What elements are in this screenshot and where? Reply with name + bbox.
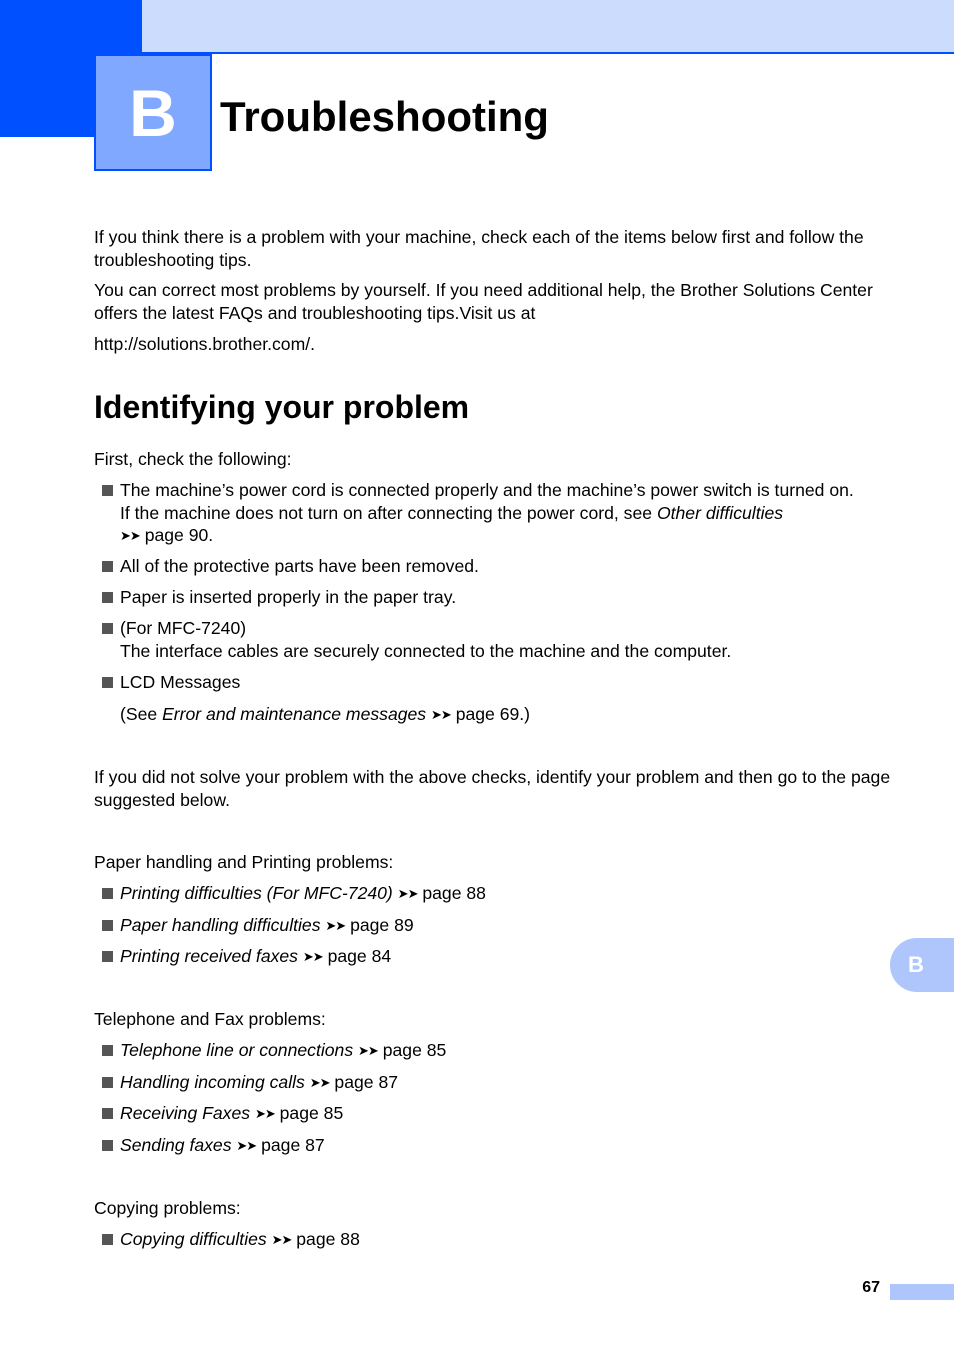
page-reference: page 84 (327, 946, 392, 966)
group-title: Copying problems: (94, 1198, 241, 1218)
problem-item: Copying difficulties ➤➤ page 88 (102, 1228, 900, 1252)
page-reference: page 87 (261, 1135, 325, 1155)
check-text: All of the protective parts have been re… (120, 556, 479, 576)
problem-item: Receiving Faxes ➤➤ page 85 (102, 1102, 900, 1126)
intro-paragraph-1: If you think there is a problem with you… (94, 227, 864, 270)
double-arrow-icon: ➤➤ (358, 1043, 379, 1058)
cross-reference-link[interactable]: Receiving Faxes (120, 1103, 250, 1123)
header-light-band (142, 0, 954, 54)
page-reference: page 89 (350, 915, 414, 935)
check-item: The machine’s power cord is connected pr… (102, 479, 900, 548)
page-reference: page 69.) (455, 703, 531, 724)
cross-reference-link[interactable]: Copying difficulties (120, 1229, 267, 1249)
side-tab-letter: B (908, 952, 924, 977)
bullet-square-icon (102, 1234, 113, 1245)
page-reference: page 85 (382, 1040, 447, 1060)
check-text: The interface cables are securely connec… (120, 640, 732, 661)
double-arrow-icon: ➤➤ (309, 1075, 331, 1090)
bullet-square-icon (102, 1045, 113, 1056)
problem-item: Printing received faxes ➤➤ page 84 (102, 945, 900, 969)
check-intro: First, check the following: (94, 449, 292, 469)
double-arrow-icon: ➤➤ (120, 528, 141, 543)
page-number: 67 (862, 1279, 880, 1296)
bullet-square-icon (102, 920, 113, 931)
check-item: LCD Messages (See Error and maintenance … (102, 671, 900, 726)
chapter-letter: B (129, 75, 177, 150)
problem-item: Paper handling difficulties ➤➤ page 89 (102, 914, 900, 938)
chapter-side-tab: B (890, 938, 954, 992)
check-item: All of the protective parts have been re… (102, 555, 900, 578)
solutions-url[interactable]: http://solutions.brother.com/. (94, 333, 894, 356)
check-text: The machine’s power cord is connected pr… (120, 480, 854, 500)
bullet-square-icon (102, 677, 113, 688)
cross-reference-link[interactable]: Telephone line or connections (120, 1040, 353, 1060)
problem-item: Handling incoming calls ➤➤ page 87 (102, 1071, 900, 1095)
check-text: If the machine does not turn on after co… (120, 502, 657, 523)
cross-reference-link[interactable]: Other difficulties (657, 503, 783, 523)
section-title: Identifying your problem (94, 389, 470, 425)
cross-reference-link[interactable]: Handling incoming calls (120, 1072, 305, 1092)
bullet-square-icon (102, 485, 113, 496)
chapter-letter-box: B (94, 54, 212, 171)
intro-paragraph-2: You can correct most problems by yoursel… (94, 280, 873, 323)
double-arrow-icon: ➤➤ (254, 1106, 276, 1121)
bullet-square-icon (102, 1140, 113, 1151)
double-arrow-icon: ➤➤ (325, 918, 346, 933)
page-reference: page 88 (296, 1229, 360, 1249)
check-text: (For MFC-7240) (120, 618, 247, 638)
identify-intro: If you did not solve your problem with t… (94, 767, 891, 810)
bullet-square-icon (102, 1108, 113, 1119)
problem-item: Sending faxes ➤➤ page 87 (102, 1134, 900, 1158)
group-title: Paper handling and Printing problems: (94, 852, 394, 872)
double-arrow-icon: ➤➤ (271, 1232, 293, 1247)
cross-reference-link[interactable]: Printing difficulties (For MFC-7240) (120, 883, 393, 903)
double-arrow-icon: ➤➤ (397, 886, 419, 901)
page-reference: page 88 (422, 883, 486, 903)
group-title: Telephone and Fax problems: (94, 1009, 326, 1029)
problem-item: Printing difficulties (For MFC-7240) ➤➤ … (102, 882, 900, 906)
bullet-square-icon (102, 561, 113, 572)
check-text: Paper is inserted properly in the paper … (120, 587, 457, 607)
cross-reference-link[interactable]: Error and maintenance messages (162, 704, 426, 724)
cross-reference-link[interactable]: Sending faxes (120, 1135, 232, 1155)
check-text: LCD Messages (120, 672, 241, 692)
double-arrow-icon: ➤➤ (431, 706, 452, 722)
chapter-title: Troubleshooting (220, 93, 549, 140)
page-number-bar (890, 1284, 954, 1300)
problem-item: Telephone line or connections ➤➤ page 85 (102, 1039, 900, 1063)
bullet-square-icon (102, 623, 113, 634)
double-arrow-icon: ➤➤ (302, 949, 324, 964)
check-item: (For MFC-7240) The interface cables are … (102, 617, 900, 662)
double-arrow-icon: ➤➤ (236, 1138, 257, 1153)
bullet-square-icon (102, 951, 113, 962)
bullet-square-icon (102, 1077, 113, 1088)
cross-reference-link[interactable]: Paper handling difficulties (120, 915, 321, 935)
page-reference: page 90. (144, 525, 214, 545)
check-text: (See (120, 703, 163, 724)
cross-reference-link[interactable]: Printing received faxes (120, 946, 298, 966)
check-item: Paper is inserted properly in the paper … (102, 586, 900, 609)
page-reference: page 85 (279, 1103, 344, 1123)
bullet-square-icon (102, 888, 113, 899)
page-reference: page 87 (334, 1072, 399, 1092)
bullet-square-icon (102, 592, 113, 603)
